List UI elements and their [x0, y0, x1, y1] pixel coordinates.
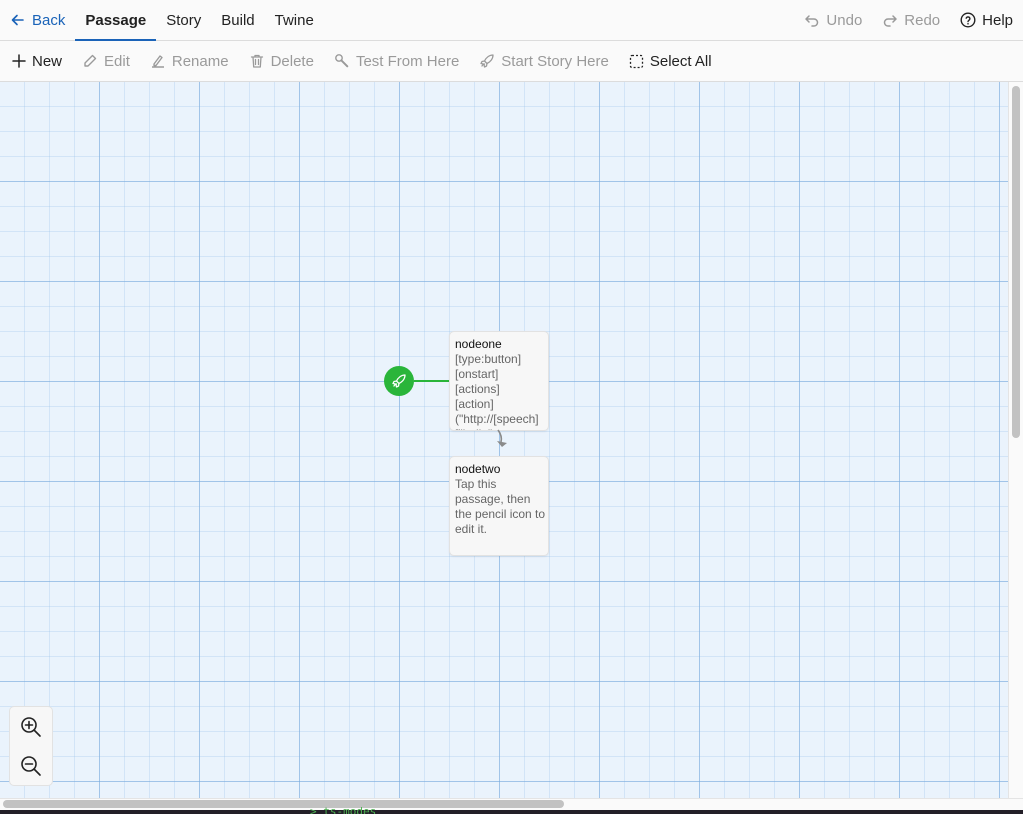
trash-icon [249, 53, 265, 69]
rocket-icon [391, 373, 407, 389]
start-story-here-button[interactable]: Start Story Here [469, 41, 619, 82]
help-circle-icon [960, 12, 976, 28]
background-window-strip [0, 810, 1023, 814]
redo-button[interactable]: Redo [872, 0, 950, 41]
rocket-icon [479, 53, 495, 69]
tab-twine-label: Twine [274, 11, 314, 29]
start-label: Start Story Here [501, 52, 609, 70]
story-map-window: Back Passage Story Build Twine Undo Redo… [0, 0, 1023, 810]
start-passage-marker [384, 366, 414, 396]
rename-icon [150, 53, 166, 69]
zoom-in-icon [20, 716, 42, 738]
back-label: Back [32, 11, 66, 29]
new-label: New [32, 52, 63, 70]
undo-icon [804, 12, 820, 28]
select-all-label: Select All [649, 52, 712, 70]
edit-label: Edit [104, 52, 130, 70]
zoom-out-button[interactable] [10, 747, 52, 785]
passage-excerpt: [type:button] [onstart] [actions] [actio… [455, 352, 539, 430]
help-label: Help [982, 11, 1013, 29]
rename-label: Rename [171, 52, 229, 70]
rename-passage-button[interactable]: Rename [140, 41, 239, 82]
select-all-button[interactable]: Select All [619, 41, 722, 82]
dashed-square-icon [629, 54, 644, 69]
topbar-right-group: Undo Redo Help [794, 0, 1023, 41]
tool-icon [334, 53, 350, 69]
start-connector [414, 380, 450, 382]
pencil-icon [82, 53, 98, 69]
tab-build[interactable]: Build [211, 0, 264, 41]
zoom-in-button[interactable] [10, 708, 52, 746]
new-passage-button[interactable]: New [2, 41, 72, 82]
passage-toolbar: New Edit Rename Delete Test From Here St… [0, 41, 1023, 82]
tab-story-label: Story [166, 11, 202, 29]
test-from-here-button[interactable]: Test From Here [324, 41, 469, 82]
passage-card[interactable]: nodetwo Tap this passage, then the penci… [449, 456, 549, 556]
back-button[interactable]: Back [0, 0, 75, 41]
tab-twine[interactable]: Twine [265, 0, 324, 41]
delete-label: Delete [270, 52, 314, 70]
arrow-left-icon [10, 12, 26, 28]
top-menu-bar: Back Passage Story Build Twine Undo Redo… [0, 0, 1023, 41]
edit-passage-button[interactable]: Edit [72, 41, 140, 82]
story-map-canvas[interactable]: nodeone [type:button] [onstart] [actions… [0, 82, 1008, 798]
passage-title: nodeone [455, 337, 502, 351]
undo-button[interactable]: Undo [794, 0, 872, 41]
passage-excerpt: Tap this passage, then the pencil icon t… [455, 477, 549, 536]
tab-build-label: Build [221, 11, 255, 29]
tab-passage-label: Passage [85, 11, 147, 29]
passage-title: nodetwo [455, 462, 501, 476]
help-button[interactable]: Help [950, 0, 1023, 41]
horizontal-scrollbar-thumb[interactable] [3, 800, 564, 808]
test-label: Test From Here [355, 52, 460, 70]
undo-label: Undo [826, 11, 863, 29]
tab-story[interactable]: Story [156, 0, 211, 41]
plus-icon [12, 54, 26, 68]
tab-passage[interactable]: Passage [75, 0, 157, 41]
delete-passage-button[interactable]: Delete [239, 41, 324, 82]
redo-icon [882, 12, 898, 28]
redo-label: Redo [904, 11, 941, 29]
background-terminal-text: > ts-modes [310, 806, 377, 814]
passage-card[interactable]: nodeone [type:button] [onstart] [actions… [449, 331, 549, 431]
passage-link-arrow [497, 429, 507, 447]
vertical-scrollbar-thumb[interactable] [1012, 86, 1020, 438]
zoom-out-icon [20, 755, 42, 777]
